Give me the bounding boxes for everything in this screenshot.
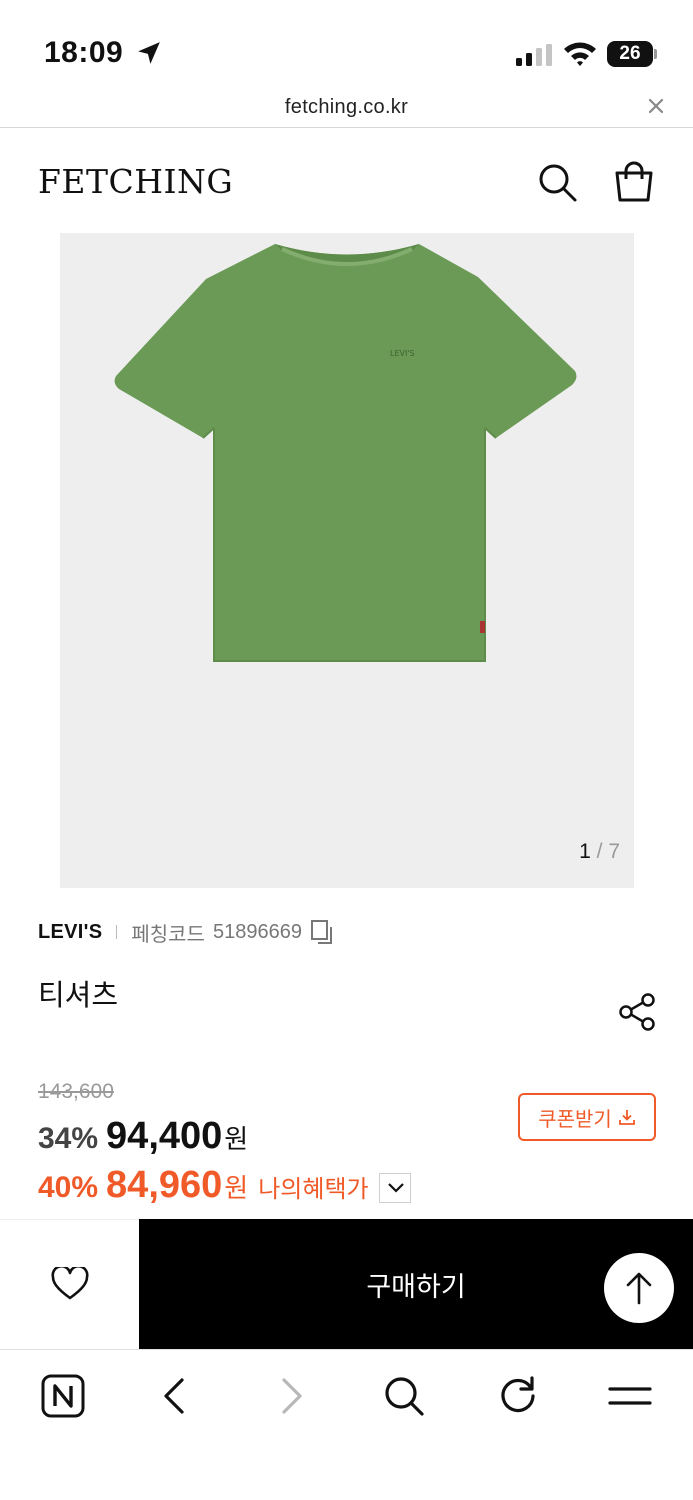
arrow-up-icon: [626, 1272, 652, 1305]
benefit-percent: 40%: [38, 1171, 99, 1204]
copy-icon[interactable]: [310, 919, 334, 945]
benefit-dropdown-button[interactable]: [378, 1172, 411, 1203]
currency-unit: 원: [224, 1173, 249, 1203]
status-time: 18:09: [44, 36, 124, 69]
forward-arrow-icon[interactable]: [266, 1372, 314, 1420]
benefit-price: 84,960: [106, 1164, 223, 1206]
image-counter: 1 / 7: [579, 840, 620, 864]
benefit-price-row: 40% 84,960 원 나의혜택가: [38, 1164, 411, 1207]
chevron-down-icon: [387, 1182, 404, 1193]
sale-price: 94,400: [106, 1115, 223, 1157]
download-icon: [618, 1110, 635, 1125]
svg-text:LEVI'S: LEVI'S: [390, 349, 415, 358]
divider: [116, 925, 118, 939]
url-text[interactable]: fetching.co.kr: [0, 96, 693, 119]
brand-name[interactable]: LEVI'S: [38, 921, 102, 944]
wishlist-button[interactable]: [0, 1219, 139, 1349]
battery-indicator: 26: [607, 41, 657, 67]
original-price: 143,600: [38, 1080, 114, 1103]
product-code: 51896669: [212, 920, 302, 943]
battery-tip: [654, 49, 657, 59]
shopping-bag-icon[interactable]: [612, 161, 656, 203]
status-bar: 18:09 26: [0, 0, 693, 88]
refresh-icon[interactable]: [494, 1372, 542, 1420]
sale-price-row: 34% 94,400 원: [38, 1115, 248, 1158]
scroll-to-top-button[interactable]: [604, 1253, 674, 1323]
url-bar[interactable]: fetching.co.kr: [0, 88, 693, 128]
benefit-price-label: 나의혜택가: [258, 1176, 369, 1203]
cellular-signal-icon: [516, 44, 552, 66]
site-header: FETCHING: [0, 129, 693, 229]
heart-icon: [51, 1267, 89, 1300]
product-code-label: 페칭코드: [131, 923, 205, 946]
coupon-button[interactable]: 쿠폰받기: [518, 1093, 656, 1141]
battery-level: 26: [607, 41, 653, 67]
browser-toolbar: [0, 1349, 693, 1500]
location-arrow-icon: [138, 42, 160, 64]
back-arrow-icon[interactable]: [152, 1372, 200, 1420]
search-icon[interactable]: [536, 161, 578, 203]
image-counter-total: 7: [608, 840, 620, 863]
purchase-action-bar: 구매하기: [0, 1219, 693, 1349]
wifi-icon: [564, 42, 596, 66]
naver-home-icon[interactable]: [39, 1372, 87, 1420]
close-icon[interactable]: [644, 94, 668, 118]
share-icon[interactable]: [618, 992, 658, 1032]
search-icon[interactable]: [380, 1372, 428, 1420]
menu-icon[interactable]: [606, 1372, 654, 1420]
image-counter-separator: /: [596, 840, 603, 863]
currency-unit: 원: [224, 1124, 249, 1154]
discount-percent: 34%: [38, 1122, 99, 1155]
tshirt-image: LEVI'S: [114, 244, 577, 662]
product-name: 티셔츠: [38, 980, 119, 1012]
product-image[interactable]: LEVI'S 1 / 7: [60, 233, 634, 888]
image-counter-current: 1: [579, 840, 591, 863]
brand-row: LEVI'S 페칭코드 51896669: [38, 917, 334, 947]
coupon-button-label: 쿠폰받기: [538, 1108, 612, 1131]
site-logo[interactable]: FETCHING: [38, 162, 233, 201]
